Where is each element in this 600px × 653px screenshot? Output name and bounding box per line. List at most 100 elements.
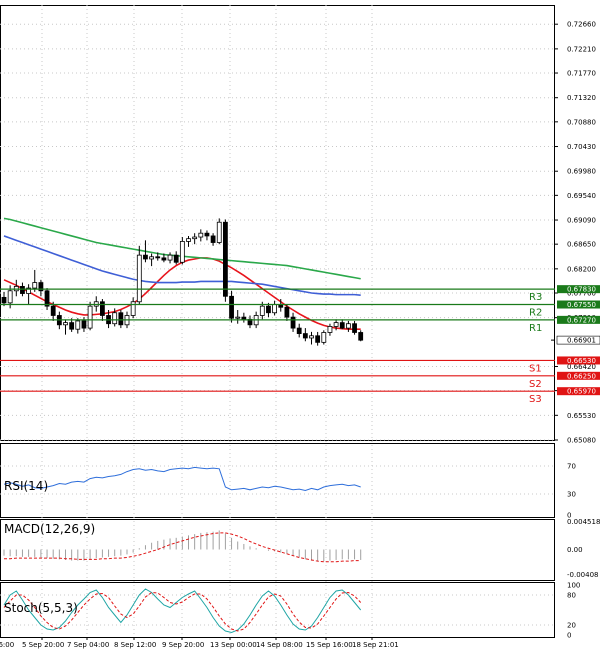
stoch-tick-label: 0 bbox=[567, 632, 571, 640]
stoch-tick-label: 80 bbox=[567, 592, 576, 600]
candle-body bbox=[259, 305, 265, 316]
candle-body bbox=[358, 332, 364, 341]
time-tick-label: 9 Sep 20:00 bbox=[162, 641, 204, 649]
stoch-title: Stoch(5,5,3) bbox=[4, 601, 78, 615]
candle-body bbox=[333, 322, 339, 327]
candle-body bbox=[173, 254, 179, 263]
candle-body bbox=[118, 312, 124, 326]
trading-chart: 0.72660 0.72210 0.71770 0.71320 0.70880 0.704… bbox=[0, 5, 600, 649]
level-label-s3: S3 bbox=[529, 394, 542, 405]
level-price-tag-text: 0.66530 bbox=[567, 357, 596, 365]
candle-body bbox=[179, 241, 185, 263]
candle-body bbox=[50, 305, 56, 316]
level-label-r1: R1 bbox=[529, 323, 542, 334]
level-price-tag-text: 0.65970 bbox=[567, 388, 596, 396]
price-tick-label: 0.69980 bbox=[567, 168, 596, 176]
time-tick-label: 18 Sep 21:01 bbox=[352, 641, 399, 649]
candle-body bbox=[186, 238, 191, 242]
price-tick-label: 0.68650 bbox=[567, 241, 596, 249]
price-tick-label: 0.70880 bbox=[567, 118, 596, 126]
candle-body bbox=[266, 305, 271, 314]
candle-body bbox=[100, 301, 105, 316]
candle-body bbox=[315, 335, 321, 343]
rsi-tick-label: 30 bbox=[567, 491, 576, 499]
level-label-r2: R2 bbox=[529, 308, 542, 319]
rsi-pane-frame bbox=[0, 443, 555, 518]
time-tick-label: 5 Sep 20:00 bbox=[22, 641, 64, 649]
candle-body bbox=[63, 322, 68, 326]
candle-body bbox=[161, 257, 167, 261]
candle-body bbox=[309, 335, 314, 339]
candle-body bbox=[302, 333, 308, 339]
candle-body bbox=[290, 316, 296, 329]
current-price-tag-text: 0.66901 bbox=[567, 337, 596, 345]
candle-body bbox=[1, 296, 7, 304]
candle-body bbox=[20, 286, 25, 294]
candle-body bbox=[112, 312, 118, 325]
candle-body bbox=[296, 327, 302, 334]
candle-body bbox=[352, 323, 357, 333]
candle-body bbox=[272, 304, 278, 314]
candle-body bbox=[284, 306, 290, 318]
candle-body bbox=[75, 320, 81, 330]
candle-body bbox=[143, 254, 148, 260]
price-tick-label: 0.70430 bbox=[567, 143, 596, 151]
time-tick-label: 14 Sep 08:00 bbox=[256, 641, 303, 649]
price-tick-label: 0.71770 bbox=[567, 70, 596, 78]
rsi-line bbox=[3, 466, 361, 492]
macd-tick-label: 0.00 bbox=[567, 546, 583, 554]
candle-body bbox=[149, 256, 155, 260]
candle-body bbox=[198, 232, 204, 238]
candle-body bbox=[81, 320, 87, 329]
level-label-r3: R3 bbox=[529, 292, 542, 303]
macd-tick-label: -0.00408 bbox=[567, 571, 598, 579]
candle-body bbox=[167, 254, 173, 261]
stoch-tick-label: 20 bbox=[567, 622, 576, 630]
stoch-pane-frame bbox=[0, 582, 555, 638]
candle-body bbox=[87, 305, 93, 329]
price-tick-label: 0.72210 bbox=[567, 45, 596, 53]
time-tick-label: 8 Sep 12:00 bbox=[114, 641, 156, 649]
stoch-tick-label: 100 bbox=[567, 582, 580, 590]
time-tick-label: 15 Sep 16:00 bbox=[306, 641, 353, 649]
candle-body bbox=[339, 322, 345, 329]
candle-body bbox=[222, 221, 228, 297]
price-tick-label: 0.72660 bbox=[567, 21, 596, 29]
level-price-tag-text: 0.66250 bbox=[567, 372, 596, 380]
candle-body bbox=[130, 301, 136, 316]
candle-body bbox=[44, 290, 50, 307]
level-label-s1: S1 bbox=[529, 363, 542, 374]
candle-body bbox=[235, 316, 241, 319]
candle-body bbox=[229, 295, 234, 319]
candle-body bbox=[345, 323, 351, 329]
candle-body bbox=[321, 332, 327, 343]
rsi-title: RSI(14) bbox=[4, 479, 48, 493]
candle-body bbox=[327, 326, 333, 333]
candle-body bbox=[32, 282, 38, 289]
level-label-s2: S2 bbox=[529, 379, 542, 390]
level-price-tag-text: 0.67270 bbox=[567, 316, 596, 324]
price-tick-label: 0.65080 bbox=[567, 437, 596, 445]
time-tick-label: 7 Sep 04:00 bbox=[67, 641, 109, 649]
macd-tick-label: 0.004518 bbox=[567, 518, 600, 526]
level-price-tag-text: 0.67830 bbox=[567, 286, 596, 294]
candle-body bbox=[216, 221, 222, 243]
candle-body bbox=[69, 322, 75, 330]
price-tick-label: 0.69540 bbox=[567, 192, 596, 200]
price-tick-label: 0.65530 bbox=[567, 412, 596, 420]
price-tick-label: 0.68200 bbox=[567, 265, 596, 273]
macd-title: MACD(12,26,9) bbox=[4, 522, 95, 536]
time-tick-label-partial: 16:00 bbox=[0, 641, 14, 649]
candle-body bbox=[204, 232, 210, 237]
candle-body bbox=[136, 254, 142, 303]
rsi-tick-label: 70 bbox=[567, 463, 576, 471]
candle-body bbox=[155, 256, 161, 259]
time-tick-label: 13 Sep 00:00 bbox=[210, 641, 257, 649]
candle-body bbox=[241, 316, 247, 320]
candle-body bbox=[7, 290, 13, 304]
candle-body bbox=[210, 235, 216, 243]
level-price-tag-text: 0.67550 bbox=[567, 301, 596, 309]
candle-body bbox=[192, 236, 198, 240]
price-tick-label: 0.69090 bbox=[567, 217, 596, 225]
price-tick-label: 0.71320 bbox=[567, 94, 596, 102]
